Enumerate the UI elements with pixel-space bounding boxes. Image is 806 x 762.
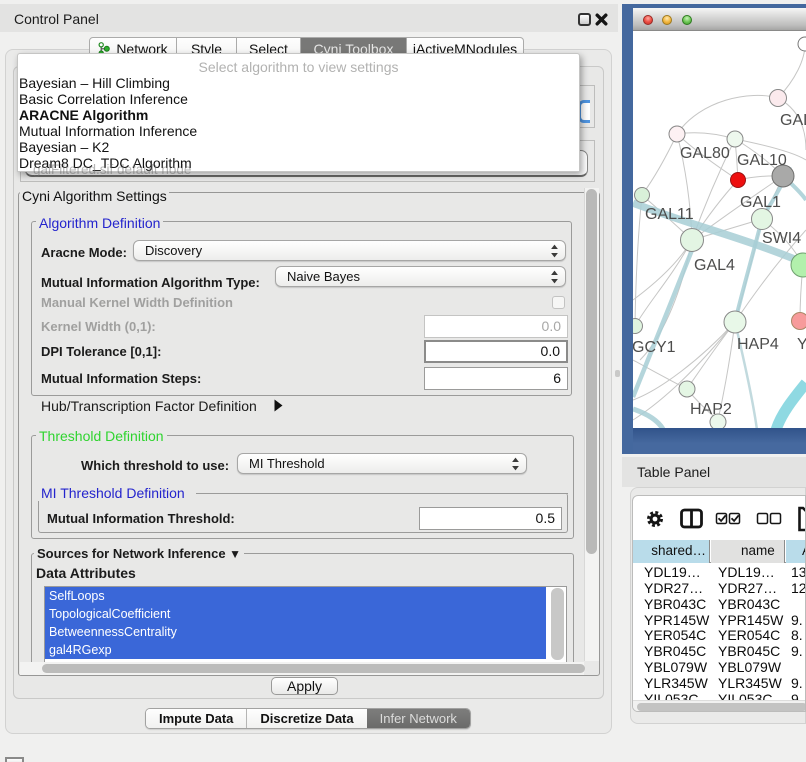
svg-text:SWI4: SWI4 xyxy=(762,230,801,247)
svg-text:GAL4: GAL4 xyxy=(694,257,735,274)
svg-text:GAL11: GAL11 xyxy=(645,206,694,223)
svg-text:GAL: GAL xyxy=(780,112,806,129)
svg-text:GCY1: GCY1 xyxy=(633,339,676,356)
svg-text:GAL10: GAL10 xyxy=(737,152,787,169)
svg-text:Y: Y xyxy=(797,336,806,353)
svg-text:GAL80: GAL80 xyxy=(680,145,730,162)
svg-text:GAL1: GAL1 xyxy=(740,194,781,211)
svg-text:HAP2: HAP2 xyxy=(690,401,732,418)
svg-text:HAP4: HAP4 xyxy=(737,336,779,353)
